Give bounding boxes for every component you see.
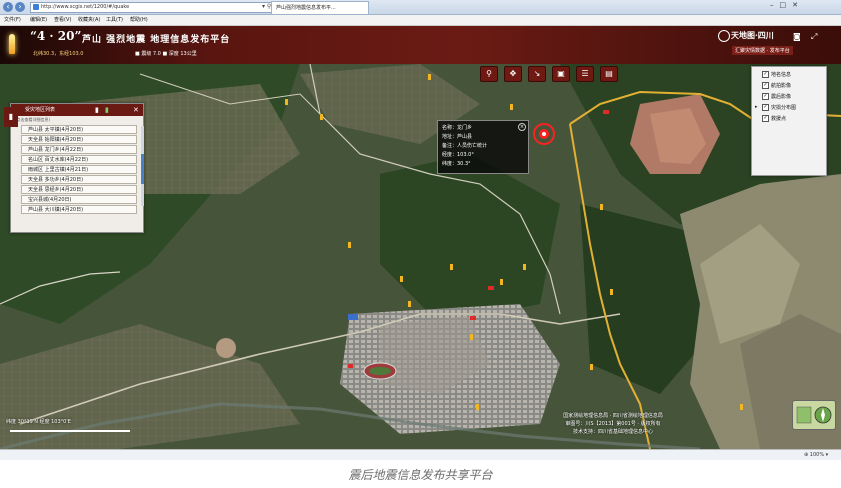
page-title: 芦山 强烈地震 地理信息发布平台 [82,35,231,45]
measure-icon[interactable]: ↘ [528,66,546,82]
back-icon[interactable]: ‹ [3,2,13,12]
header-subtitle[interactable]: 汇聚灾情数据 · 发布平台 [732,46,793,55]
menu-tools[interactable]: 工具(T) [106,16,123,24]
list-item[interactable]: 芦山县 龙门乡(4月22日) [21,145,137,154]
list-scroll-thumb[interactable] [141,154,144,184]
panel-toggle-tab[interactable]: ▮ [4,107,18,127]
popup-line: 备注：人员伤亡统计 [442,143,488,149]
popup-line: 纬度：30.3° [442,161,471,167]
checkbox-icon[interactable]: ✓ [762,104,769,111]
popup-line: 经度：103.0° [442,152,474,158]
candle-icon [9,34,15,54]
list-item[interactable]: 天全县 多功乡(4月20日) [21,175,137,184]
refresh-icon[interactable]: ▮ [105,104,109,116]
window-controls-icon[interactable]: –□✕ [770,1,804,9]
menu-favorites[interactable]: 收藏夹(A) [78,16,100,24]
checkbox-icon[interactable]: ✓ [762,115,769,122]
forward-icon[interactable]: › [15,2,25,12]
layers-icon[interactable]: ▤ [600,66,618,82]
list-item[interactable]: 雨城区 上里古镇(4月21日) [21,165,137,174]
zoom-level[interactable]: ⊕ 100% ▾ [804,451,828,459]
overview-minimap[interactable] [792,400,836,430]
layer-item-1[interactable]: ✓ 航拍影像 [762,82,791,90]
layer-item-3[interactable]: ✓ 灾损分布图 [762,104,796,112]
zoom-in-icon[interactable]: ⚲ [480,66,498,82]
app-header: “4 · 20” 芦山 强烈地震 地理信息发布平台 北纬30.3，东经103.0… [0,26,841,64]
panel-subtitle: (点击查看详细信息) [15,117,51,122]
address-bar[interactable]: http://www.scgis.net/1200/#/quake [30,2,282,13]
browser-status-bar: ⊕ 100% ▾ [0,449,841,460]
layer-item-2[interactable]: ✓ 震后影像 [762,93,791,101]
print-icon[interactable]: ▣ [552,66,570,82]
panel-header: 受灾地区列表 ▮ ▮ ✕ [11,104,143,116]
search-icon[interactable]: ▮ [95,104,99,116]
brand-logo: 天地图·四川 [731,30,774,40]
list-item[interactable]: 名山区 百丈水库(4月22日) [21,155,137,164]
pan-icon[interactable]: ✥ [504,66,522,82]
list-item[interactable]: 天全县 思经乡(4月20日) [21,185,137,194]
checkbox-icon[interactable]: ✓ [762,93,769,100]
popup-line: 名称：龙门乡 [442,125,473,131]
list-item[interactable]: 芦山县 太平镇(4月20日) [21,125,137,134]
close-icon[interactable]: × [518,123,526,131]
panel-title: 受灾地区列表 [25,107,56,113]
header-magnitude: ■ 震级 7.0 ■ 深度 13公里 [135,51,197,57]
list-item[interactable]: 宝兴县城(4月20日) [21,195,137,204]
expand-arrow-icon[interactable]: ▸ [755,104,758,110]
camera-icon[interactable]: ◙ [793,32,801,41]
layer-control-panel: ✓ 地名信息 ✓ 航拍影像 ✓ 震后影像 ✓ 灾损分布图 ✓ 救援点 ▸ [751,66,827,176]
scale-bar [10,430,130,432]
coordinate-readout: 纬度 30°19'N 经度 103°0'E [6,419,71,425]
figure-caption: 震后地震信息发布共享平台 [348,468,493,482]
layer-item-0[interactable]: ✓ 地名信息 [762,71,791,79]
disaster-area-list-panel: 受灾地区列表 ▮ ▮ ✕ (点击查看详细信息) 芦山县 太平镇(4月20日) 天… [10,103,144,233]
layer-item-4[interactable]: ✓ 救援点 [762,115,786,123]
fullscreen-icon[interactable]: ⤢ [811,32,817,42]
close-icon[interactable]: ✕ [133,104,139,116]
menu-bar: 文件(F) 编辑(E) 查看(V) 收藏夹(A) 工具(T) 帮助(H) [0,15,841,26]
menu-file[interactable]: 文件(F) [4,16,21,24]
header-date: “4 · 20” [30,29,82,43]
checkbox-icon[interactable]: ✓ [762,82,769,89]
page-favicon-icon [33,4,39,10]
browser-tab-bar: ‹ › http://www.scgis.net/1200/#/quake ▾ … [0,0,841,15]
popup-line: 地址：芦山县 [442,134,473,140]
map-copyright: 国家测绘地理信息局 · 四川省测绘地理信息局 审图号：川S【2013】第001号… [563,413,663,435]
checkbox-icon[interactable]: ✓ [762,71,769,78]
menu-view[interactable]: 查看(V) [54,16,71,24]
list-item[interactable]: 天全县 始阳镇(4月20日) [21,135,137,144]
menu-help[interactable]: 帮助(H) [130,16,148,24]
globe-icon [718,30,730,42]
compass-icon [796,406,832,424]
browser-tab-active[interactable]: 芦山强烈地震信息发布平... [271,1,369,14]
menu-edit[interactable]: 编辑(E) [30,16,47,24]
list-item[interactable]: 芦山县 大川镇(4月20日) [21,205,137,214]
list-icon[interactable]: ☰ [576,66,594,82]
map-info-popup: 名称：龙门乡 地址：芦山县 备注：人员伤亡统计 经度：103.0° 纬度：30.… [437,120,529,174]
header-epicenter: 北纬30.3，东经103.0 [33,51,84,57]
